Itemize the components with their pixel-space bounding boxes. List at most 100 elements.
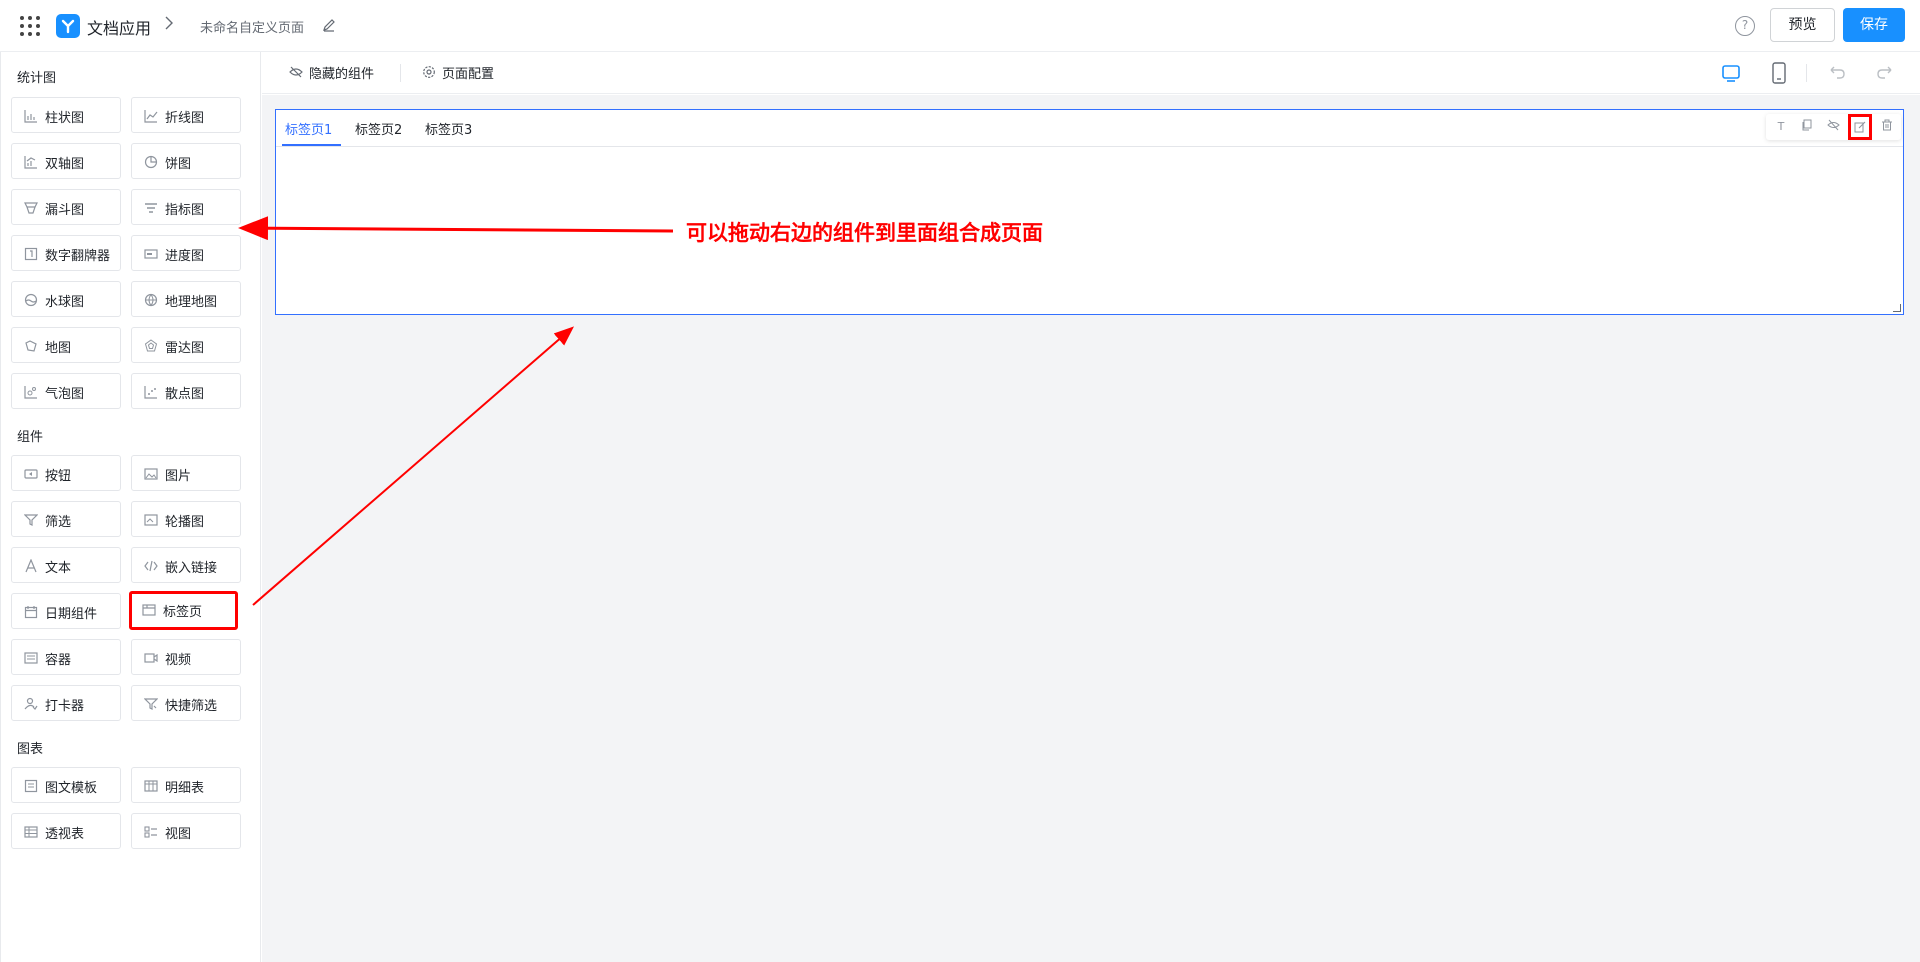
map-icon [24, 339, 38, 353]
component-button[interactable]: 按钮 [11, 455, 121, 491]
preview-button[interactable]: 预览 [1770, 8, 1835, 42]
component-label: 柱状图 [45, 111, 85, 126]
component-funnel-chart[interactable]: 漏斗图 [11, 189, 121, 225]
hide-icon[interactable] [1825, 119, 1841, 135]
component-radar-chart[interactable]: 雷达图 [131, 327, 241, 363]
component-scatter-chart[interactable]: 散点图 [131, 373, 241, 409]
component-container[interactable]: 容器 [11, 639, 121, 675]
component-label: 轮播图 [165, 515, 205, 530]
component-detail-table[interactable]: 明细表 [131, 767, 241, 803]
image-icon [144, 467, 158, 481]
tabs-icon [142, 603, 156, 617]
component-rich-template[interactable]: 图文模板 [11, 767, 121, 803]
component-map[interactable]: 地图 [11, 327, 121, 363]
tab-2[interactable]: 标签页2 [355, 119, 402, 138]
component-geo-map[interactable]: 地理地图 [131, 281, 241, 317]
tab-3[interactable]: 标签页3 [425, 119, 472, 138]
component-bar-chart[interactable]: 柱状图 [11, 97, 121, 133]
tab-1[interactable]: 标签页1 [285, 119, 332, 138]
view-icon [144, 825, 158, 839]
detail-table-icon [144, 779, 158, 793]
top-bar: 文档应用 未命名自定义页面 ? 预览 保存 [0, 0, 1920, 52]
component-check-in[interactable]: 打卡器 [11, 685, 121, 721]
toolbar-divider [400, 64, 401, 82]
component-pie-chart[interactable]: 饼图 [131, 143, 241, 179]
component-embed-link[interactable]: 嵌入链接 [131, 547, 241, 583]
toolbar-divider [1806, 64, 1807, 82]
hidden-components-label: 隐藏的组件 [309, 67, 375, 82]
filter-icon [23, 513, 39, 527]
component-label: 快捷筛选 [165, 699, 218, 714]
component-label: 图文模板 [45, 781, 98, 796]
tab-bar: 标签页1 标签页2 标签页3 [276, 110, 1903, 147]
component-liquid-chart[interactable]: 水球图 [11, 281, 121, 317]
component-indicator-chart[interactable]: 指标图 [131, 189, 241, 225]
component-label: 容器 [45, 653, 72, 668]
text-style-icon[interactable]: T [1773, 119, 1789, 135]
component-number-flipper[interactable]: 数字翻牌器 [11, 235, 121, 271]
undo-icon[interactable] [1825, 61, 1849, 85]
edit-icon[interactable] [1848, 114, 1872, 140]
component-quick-filter[interactable]: 快捷筛选 [131, 685, 241, 721]
quick-filter-icon [143, 697, 159, 711]
component-label: 标签页 [163, 605, 203, 620]
bar-chart-icon [24, 109, 38, 123]
code-icon [144, 559, 158, 573]
line-chart-icon [144, 109, 158, 123]
rename-pen-icon[interactable] [322, 18, 338, 34]
text-icon [24, 558, 38, 573]
component-label: 饼图 [165, 157, 192, 172]
pivot-table-icon [24, 825, 38, 839]
editor-canvas[interactable]: 标签页1 标签页2 标签页3 T [262, 95, 1920, 962]
component-video[interactable]: 视频 [131, 639, 241, 675]
gear-icon [423, 66, 435, 78]
component-label: 图片 [165, 469, 192, 484]
redo-icon[interactable] [1873, 61, 1897, 85]
annotation-text: 可以拖动右边的组件到里面组合成页面 [686, 221, 1043, 245]
funnel-icon [24, 201, 38, 215]
section-title-stat-charts: 统计图 [17, 71, 57, 86]
component-label: 文本 [45, 561, 72, 576]
component-image[interactable]: 图片 [131, 455, 241, 491]
editor-toolbar: 隐藏的组件 页面配置 [262, 52, 1920, 94]
desktop-view-icon[interactable] [1719, 61, 1743, 85]
calendar-icon [24, 605, 38, 619]
component-view[interactable]: 视图 [131, 813, 241, 849]
page-config-label: 页面配置 [442, 67, 495, 82]
component-label: 嵌入链接 [165, 561, 218, 576]
component-label: 漏斗图 [45, 203, 85, 218]
mobile-view-icon[interactable] [1767, 61, 1791, 85]
app-grid-icon[interactable] [19, 15, 41, 37]
component-label: 气泡图 [45, 387, 85, 402]
progress-icon [144, 247, 158, 261]
resize-handle[interactable] [1893, 304, 1901, 312]
component-filter[interactable]: 筛选 [11, 501, 121, 537]
component-pivot-table[interactable]: 透视表 [11, 813, 121, 849]
component-label: 进度图 [165, 249, 205, 264]
component-dual-axis-chart[interactable]: 双轴图 [11, 143, 121, 179]
component-date[interactable]: 日期组件 [11, 593, 121, 629]
component-label: 筛选 [45, 515, 72, 530]
component-label: 散点图 [165, 387, 205, 402]
component-label: 打卡器 [45, 699, 85, 714]
active-tab-indicator [282, 144, 341, 146]
component-carousel[interactable]: 轮播图 [131, 501, 241, 537]
app-title[interactable]: 文档应用 [87, 15, 151, 39]
component-tabs[interactable]: 标签页 [129, 591, 238, 630]
save-button[interactable]: 保存 [1843, 8, 1905, 42]
copy-icon[interactable] [1799, 119, 1815, 135]
globe-icon [144, 293, 158, 307]
delete-icon[interactable] [1879, 119, 1895, 135]
dual-axis-icon [24, 155, 38, 169]
component-bubble-chart[interactable]: 气泡图 [11, 373, 121, 409]
component-line-chart[interactable]: 折线图 [131, 97, 241, 133]
radar-icon [144, 339, 158, 353]
component-label: 视图 [165, 827, 192, 842]
scatter-icon [144, 385, 158, 399]
component-progress-chart[interactable]: 进度图 [131, 235, 241, 271]
help-icon[interactable]: ? [1735, 16, 1755, 36]
tabs-component[interactable]: 标签页1 标签页2 标签页3 T [275, 109, 1904, 315]
component-text[interactable]: 文本 [11, 547, 121, 583]
container-icon [24, 651, 38, 665]
section-title-components: 组件 [17, 430, 44, 445]
